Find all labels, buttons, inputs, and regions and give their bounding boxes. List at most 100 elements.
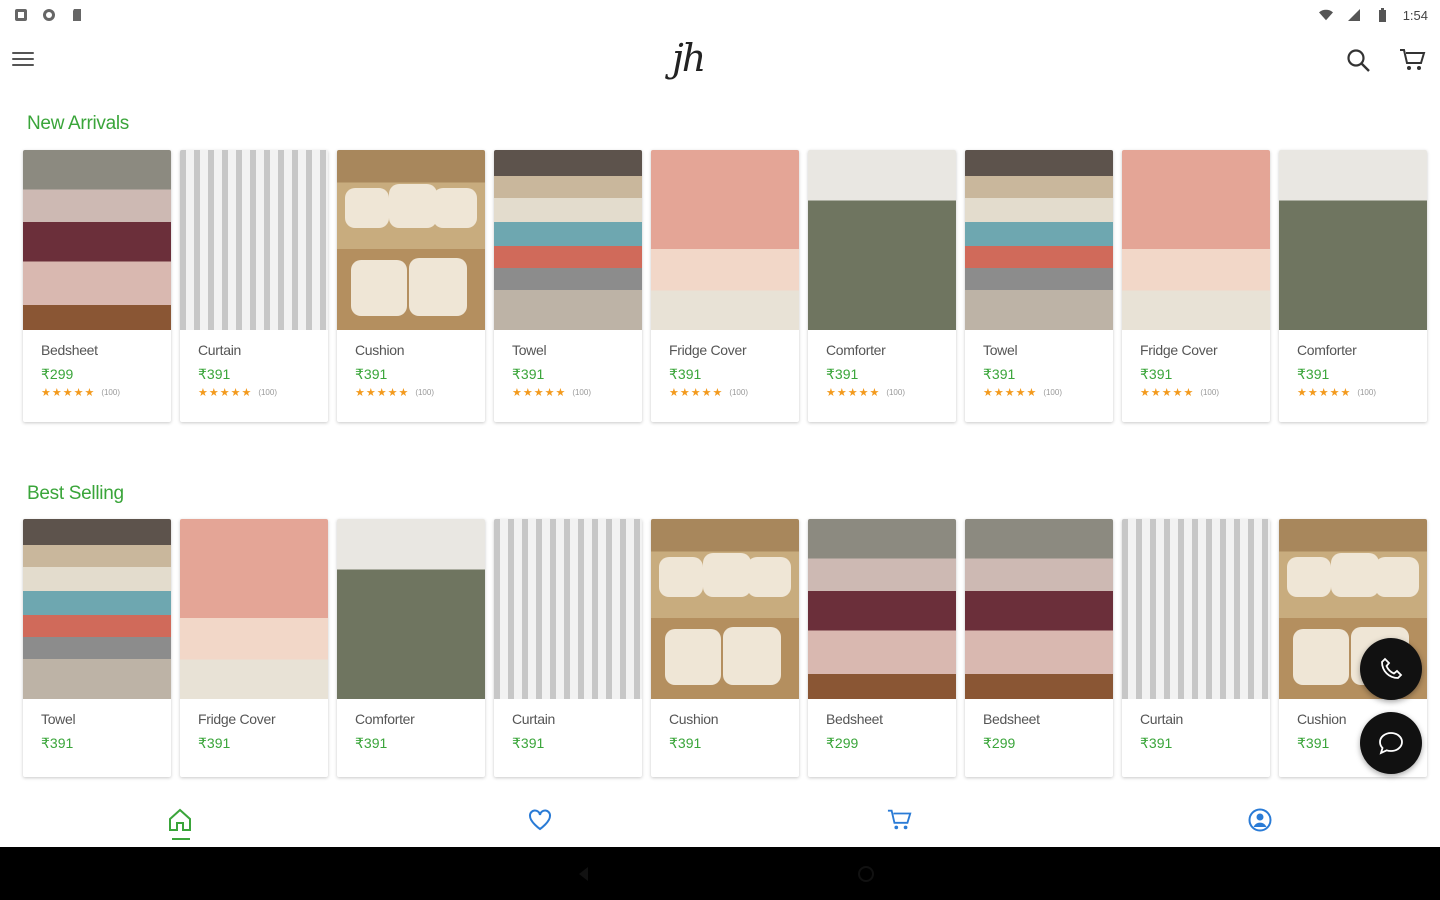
product-image (965, 150, 1113, 330)
product-price: ₹391 (355, 366, 388, 382)
product-name: Curtain (1140, 711, 1184, 727)
rating-stars: ★★★★★ (41, 387, 96, 399)
home-button[interactable] (856, 864, 876, 884)
product-card[interactable]: Bedsheet ₹299 (965, 519, 1113, 777)
rating-stars: ★★★★★ (1140, 387, 1195, 399)
sync-icon (43, 9, 55, 21)
product-image (180, 519, 328, 699)
menu-button[interactable] (10, 48, 36, 70)
chat-fab-button[interactable] (1360, 712, 1422, 774)
product-card[interactable]: Fridge Cover ₹391 ★★★★★ (100) (1122, 150, 1270, 422)
back-button[interactable] (574, 864, 594, 884)
product-price: ₹391 (512, 735, 545, 751)
product-info: Cushion ₹391 (651, 699, 799, 753)
product-price: ₹391 (198, 366, 231, 382)
product-price: ₹391 (1140, 735, 1173, 751)
product-card[interactable]: Curtain ₹391 (494, 519, 642, 777)
product-card[interactable]: Cushion ₹391 (651, 519, 799, 777)
cart-button[interactable] (1398, 46, 1428, 74)
product-card[interactable]: Cushion ₹391 ★★★★★ (100) (337, 150, 485, 422)
product-info: Curtain ₹391 (1122, 699, 1270, 753)
product-rating: ★★★★★ (100) (1297, 386, 1427, 399)
rating-stars: ★★★★★ (1297, 387, 1352, 399)
product-card[interactable]: Fridge Cover ₹391 ★★★★★ (100) (651, 150, 799, 422)
product-price: ₹391 (1297, 366, 1330, 382)
product-price: ₹299 (983, 735, 1016, 751)
home-icon (169, 808, 191, 831)
product-rating: ★★★★★ (100) (669, 386, 799, 399)
status-time: 1:54 (1402, 7, 1428, 23)
product-name: Towel (41, 711, 76, 727)
product-price: ₹391 (1140, 366, 1173, 382)
app-logo[interactable]: jh (672, 36, 706, 80)
rating-count: (100) (415, 388, 434, 397)
best-selling-row: Towel ₹391 Fridge Cover ₹391 Comforter ₹391 Cu… (23, 519, 1427, 777)
product-info: Cushion ₹391 ★★★★★ (100) (337, 330, 485, 399)
product-card[interactable]: Bedsheet ₹299 ★★★★★ (100) (23, 150, 171, 422)
product-image (651, 519, 799, 699)
product-image (965, 519, 1113, 699)
nav-account[interactable] (1240, 804, 1280, 836)
rating-count: (100) (1043, 388, 1062, 397)
chat-icon (1379, 732, 1403, 755)
product-name: Fridge Cover (198, 711, 276, 727)
product-name: Bedsheet (41, 342, 98, 358)
rating-count: (100) (258, 388, 277, 397)
product-price: ₹299 (826, 735, 859, 751)
product-name: Comforter (826, 342, 886, 358)
product-card[interactable]: Towel ₹391 ★★★★★ (100) (965, 150, 1113, 422)
search-button[interactable] (1344, 46, 1372, 74)
rating-stars: ★★★★★ (512, 387, 567, 399)
menu-icon (12, 52, 34, 54)
product-price: ₹391 (512, 366, 545, 382)
phone-fab-button[interactable] (1360, 638, 1422, 700)
rating-count: (100) (1357, 388, 1376, 397)
rating-stars: ★★★★★ (198, 387, 253, 399)
product-info: Towel ₹391 (23, 699, 171, 753)
product-image (23, 519, 171, 699)
nav-wishlist[interactable] (520, 804, 560, 836)
product-price: ₹299 (41, 366, 74, 382)
account-icon (1248, 808, 1272, 832)
product-card[interactable]: Fridge Cover ₹391 (180, 519, 328, 777)
product-image (180, 150, 328, 330)
product-info: Bedsheet ₹299 (965, 699, 1113, 753)
rating-count: (100) (729, 388, 748, 397)
product-image (337, 519, 485, 699)
rating-stars: ★★★★★ (983, 387, 1038, 399)
product-card[interactable]: Comforter ₹391 ★★★★★ (100) (808, 150, 956, 422)
product-name: Towel (983, 342, 1018, 358)
product-info: Fridge Cover ₹391 (180, 699, 328, 753)
rating-count: (100) (101, 388, 120, 397)
nav-home[interactable] (160, 804, 200, 836)
product-card[interactable]: Comforter ₹391 (337, 519, 485, 777)
product-card[interactable]: Curtain ₹391 (1122, 519, 1270, 777)
rating-stars: ★★★★★ (355, 387, 410, 399)
notification-icon (15, 9, 27, 21)
product-info: Comforter ₹391 ★★★★★ (100) (808, 330, 956, 399)
product-card[interactable]: Bedsheet ₹299 (808, 519, 956, 777)
product-card[interactable]: Towel ₹391 ★★★★★ (100) (494, 150, 642, 422)
product-price: ₹391 (198, 735, 231, 751)
product-rating: ★★★★★ (100) (512, 386, 642, 399)
nav-cart[interactable] (880, 804, 920, 836)
status-bar-left (14, 8, 84, 22)
product-info: Bedsheet ₹299 (808, 699, 956, 753)
product-card[interactable]: Curtain ₹391 ★★★★★ (100) (180, 150, 328, 422)
product-price: ₹391 (41, 735, 74, 751)
product-rating: ★★★★★ (100) (826, 386, 956, 399)
product-image (494, 519, 642, 699)
search-icon (1347, 49, 1370, 72)
system-navigation-bar (0, 847, 1440, 900)
bottom-navigation (0, 790, 1440, 847)
product-card[interactable]: Towel ₹391 (23, 519, 171, 777)
product-rating: ★★★★★ (100) (983, 386, 1113, 399)
product-info: Towel ₹391 ★★★★★ (100) (965, 330, 1113, 399)
product-image (1122, 150, 1270, 330)
new-arrivals-title: New Arrivals (27, 113, 129, 134)
product-card[interactable]: Comforter ₹391 ★★★★★ (100) (1279, 150, 1427, 422)
product-info: Fridge Cover ₹391 ★★★★★ (100) (1122, 330, 1270, 399)
product-image (23, 150, 171, 330)
product-name: Cushion (669, 711, 719, 727)
product-price: ₹391 (355, 735, 388, 751)
